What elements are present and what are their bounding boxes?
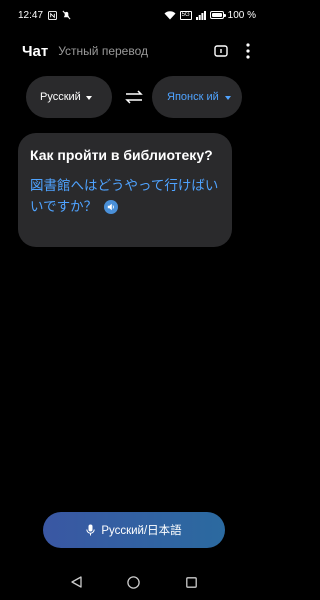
speaker-icon[interactable] [103, 200, 118, 215]
signal-icon [195, 10, 206, 20]
source-language-dropdown[interactable]: Русский [26, 76, 112, 118]
mute-icon [62, 10, 71, 20]
header-actions [214, 43, 250, 59]
back-icon[interactable] [66, 571, 88, 593]
chevron-down-icon [225, 91, 231, 103]
source-language-label: Русский [40, 91, 81, 103]
wifi-icon [164, 10, 176, 20]
swap-arrows-icon[interactable] [124, 86, 144, 108]
mic-icon [86, 524, 96, 536]
battery-text: 100 % [227, 9, 256, 21]
recents-icon[interactable] [180, 571, 202, 593]
net-badge: 5G [179, 10, 192, 20]
tab-live-interpretation[interactable]: Устный перевод [58, 44, 148, 58]
source-text: Как пройти в библиотеку? [30, 147, 213, 163]
battery-fill [211, 13, 222, 17]
target-language-label: Японск ий [167, 91, 219, 103]
status-time: 12:47 [18, 9, 44, 21]
mic-button-label: Русский/日本語 [101, 525, 182, 537]
target-language-dropdown[interactable]: Японск ий [152, 76, 242, 118]
home-icon[interactable] [123, 571, 145, 593]
language-selector: Русский Японск ий [26, 76, 242, 118]
chevron-down-icon [85, 91, 92, 103]
navigation-bar [0, 564, 268, 600]
net-label: 5G [181, 11, 190, 18]
target-text-block: 図書館へはどうやって行けばいいですか？ [30, 175, 220, 217]
book-icon[interactable] [214, 45, 228, 57]
more-vert-icon[interactable] [246, 43, 250, 59]
target-text: 図書館へはどうやって行けばいいですか？ [30, 178, 219, 214]
status-left: 12:47 [18, 10, 71, 21]
mic-button[interactable]: Русский/日本語 [43, 512, 225, 548]
header: Чат Устный перевод [22, 38, 250, 64]
translation-card: Как пройти в библиотеку? 図書館へはどうやって行けばいい… [18, 133, 232, 247]
status-bar: 12:47 5G 100 % [0, 0, 268, 30]
page-title[interactable]: Чат [22, 43, 48, 60]
battery-icon [209, 11, 226, 19]
status-right: 5G 100 % [164, 10, 256, 21]
nfc-icon [48, 10, 58, 20]
